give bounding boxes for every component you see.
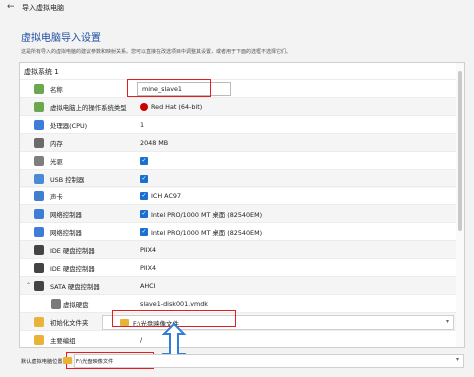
virtual-disk-icon [51, 298, 61, 309]
row-label: IDE 硬盘控制器 [50, 247, 95, 256]
row-label: IDE 硬盘控制器 [50, 265, 95, 273]
row-value: ICH AC97 [151, 192, 182, 201]
window-title: 导入虚拟电脑 [22, 4, 64, 12]
chevron-down-icon[interactable]: ▾ [446, 318, 449, 325]
default-location-path: F:\光盘映像文件 [76, 359, 114, 365]
settings-row[interactable]: IDE 硬盘控制器 PIIX4 [20, 258, 464, 277]
settings-row[interactable]: 虚拟硬盘 slave1-disk001.vmdk [20, 293, 464, 313]
row-checkbox[interactable]: ✓ [140, 174, 148, 183]
default-location-field[interactable]: ▾ [74, 354, 464, 368]
row-label: 初始化文件夹 [50, 318, 89, 327]
row-label: 网络控制器 [50, 229, 82, 238]
name-icon [34, 84, 44, 94]
panel-scrollbar[interactable] [456, 63, 464, 347]
settings-row[interactable]: 初始化文件夹 F:\光盘映像文件 ▾ [20, 311, 464, 331]
settings-row[interactable]: USB 控制器 ✓ [20, 168, 464, 188]
sata-controller-icon [34, 280, 44, 291]
ide-controller-icon [34, 263, 44, 273]
settings-row[interactable]: 虚拟电脑上的操作系统类型 Red Hat (64-bit) [20, 96, 464, 116]
row-checkbox[interactable]: ✓ [140, 228, 148, 237]
network-icon [34, 209, 44, 220]
virtual-system-group-title: 虚拟系统 1 [24, 68, 59, 76]
network-icon [34, 227, 44, 238]
row-label: 虚拟电脑上的操作系统类型 [50, 103, 127, 112]
row-checkbox[interactable]: ✓ [140, 156, 148, 165]
row-label: 网络控制器 [50, 211, 82, 220]
settings-row[interactable]: 网络控制器 ✓ Intel PRO/1000 MT 桌面 (82540EM) [20, 204, 464, 224]
row-checkbox[interactable]: ✓ [140, 192, 148, 201]
row-label: 内存 [50, 139, 63, 148]
ide-controller-icon [34, 245, 44, 256]
settings-row[interactable]: 声卡 ✓ ICH AC97 [20, 186, 464, 205]
scrollbar-thumb[interactable] [458, 71, 462, 231]
row-value: Intel PRO/1000 MT 桌面 (82540EM) [151, 229, 263, 238]
row-label: 声卡 [50, 193, 63, 202]
row-value: / [140, 335, 143, 344]
row-value: AHCI [140, 281, 156, 290]
row-value: 2048 MB [140, 138, 169, 147]
page-description: 这是所有导入的虚拟电脑的建议参数和映射关系。您可以直接在改选项目中调整其设置，或… [21, 49, 292, 55]
row-value: slave1-disk001.vmdk [140, 299, 208, 308]
sound-icon [34, 191, 44, 202]
usb-icon [34, 173, 44, 184]
settings-row[interactable]: 网络控制器 ✓ Intel PRO/1000 MT 桌面 (82540EM) [20, 222, 464, 241]
settings-row[interactable]: 主要编组 / [20, 329, 464, 347]
row-label: 光驱 [50, 157, 63, 166]
row-label: USB 控制器 [50, 175, 85, 184]
folder-icon [63, 357, 72, 364]
row-value: PIIX4 [140, 264, 157, 272]
os-type-icon [34, 101, 44, 112]
collapse-caret-icon[interactable]: ⌃ [26, 282, 31, 289]
row-value: PIIX4 [140, 246, 157, 255]
row-label: 名称 [50, 86, 63, 94]
primary-group-icon [34, 334, 44, 345]
name-highlight-box [127, 79, 211, 97]
back-arrow-icon[interactable]: ← [7, 2, 15, 12]
row-label: 虚拟硬盘 [63, 300, 89, 309]
settings-row[interactable]: 名称 mine_slave1 [20, 79, 464, 98]
row-label: 处理器(CPU) [50, 121, 88, 130]
row-checkbox[interactable]: ✓ [140, 210, 148, 219]
row-label: SATA 硬盘控制器 [50, 282, 100, 291]
settings-row[interactable]: ⌃ SATA 硬盘控制器 AHCI [20, 275, 464, 295]
row-value: Intel PRO/1000 MT 桌面 (82540EM) [151, 211, 263, 220]
settings-row[interactable]: 内存 2048 MB [20, 132, 464, 152]
cpu-icon [34, 119, 44, 130]
row-value: Red Hat (64-bit) [151, 102, 203, 111]
row-value: 1 [140, 120, 145, 129]
redhat-icon [140, 102, 148, 111]
settings-row[interactable]: IDE 硬盘控制器 PIIX4 [20, 240, 464, 260]
optical-drive-icon [34, 155, 44, 166]
settings-row[interactable]: 处理器(CPU) 1 [20, 114, 464, 134]
row-label: 主要编组 [50, 336, 76, 345]
title-bar: ← 导入虚拟电脑 [0, 0, 474, 16]
memory-icon [34, 137, 44, 148]
folder-icon [34, 316, 44, 327]
page-heading: 虚拟电脑导入设置 [21, 33, 101, 44]
chevron-down-icon[interactable]: ▾ [456, 356, 459, 363]
settings-row[interactable]: 光驱 ✓ [20, 150, 464, 170]
appliance-settings-panel: 虚拟系统 1 名称 mine_slave1 虚拟电脑上的操作系统类型 Red Hat … [19, 62, 465, 348]
